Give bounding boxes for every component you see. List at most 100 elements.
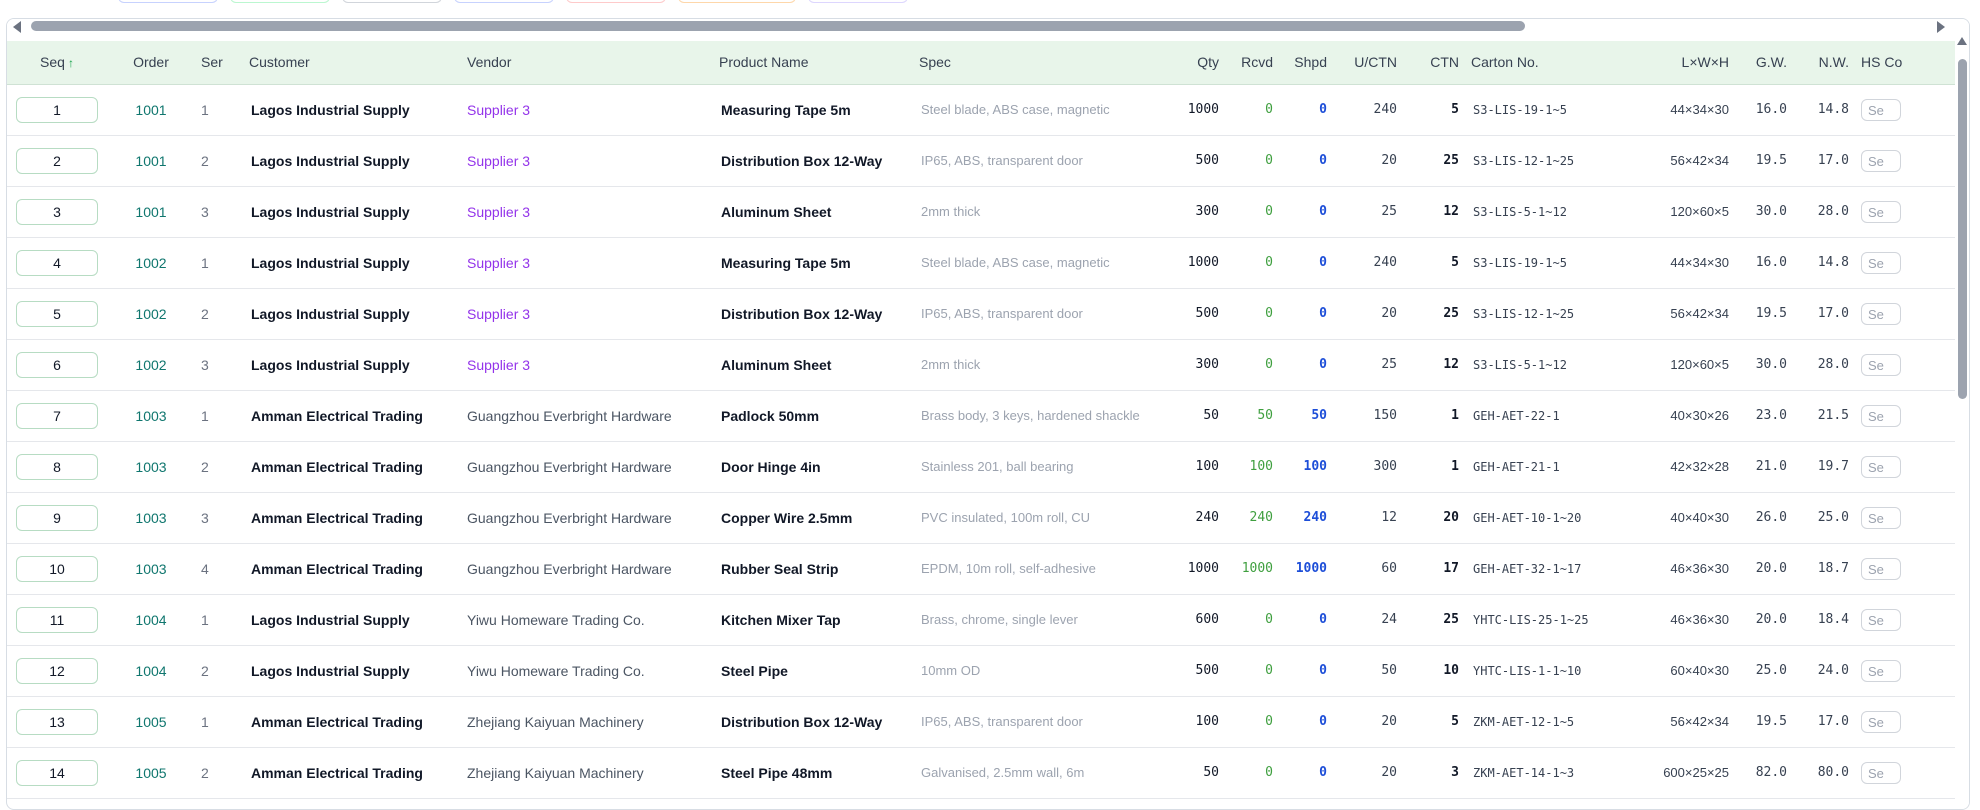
filter-chip[interactable]: [342, 0, 442, 3]
seq-input[interactable]: 6: [16, 351, 98, 378]
vertical-scrollbar[interactable]: [1955, 33, 1969, 809]
column-header-ctn[interactable]: CTN: [1403, 41, 1465, 85]
order-link[interactable]: 1001: [107, 84, 195, 135]
filter-chip[interactable]: [230, 0, 330, 3]
seq-input[interactable]: 3: [16, 198, 98, 225]
filter-chip[interactable]: [118, 0, 218, 3]
hs-code-cell: Se: [1855, 288, 1955, 339]
hs-code-cell: Se: [1855, 696, 1955, 747]
column-header-order[interactable]: Order: [107, 41, 195, 85]
hs-code-select-button[interactable]: Se: [1861, 149, 1901, 172]
column-header-ser[interactable]: Ser: [195, 41, 243, 85]
seq-input[interactable]: 8: [16, 453, 98, 480]
table-row[interactable]: 10 1003 4 Amman Electrical Trading Guangzhou…: [7, 543, 1955, 594]
column-header-hs-code[interactable]: HS Co: [1855, 41, 1955, 85]
vertical-scroll-thumb[interactable]: [1958, 59, 1967, 399]
scroll-up-icon[interactable]: [1957, 37, 1967, 45]
column-header-vendor[interactable]: Vendor: [461, 41, 713, 85]
column-header-carton-no[interactable]: Carton No.: [1465, 41, 1625, 85]
hs-code-cell: Se: [1855, 339, 1955, 390]
seq-input[interactable]: 12: [16, 657, 98, 684]
hs-code-select-button[interactable]: Se: [1861, 761, 1901, 784]
table-row[interactable]: 14 1005 2 Amman Electrical Trading Zhejiang …: [7, 747, 1955, 798]
table-row[interactable]: 9 1003 3 Amman Electrical Trading Guangzhou …: [7, 492, 1955, 543]
gross-weight-cell: 30.0: [1755, 357, 1787, 372]
hs-code-select-button[interactable]: Se: [1861, 302, 1901, 325]
order-link[interactable]: 1003: [107, 441, 195, 492]
column-header-net-weight[interactable]: N.W.: [1793, 41, 1855, 85]
horizontal-scrollbar[interactable]: [7, 19, 1969, 33]
hs-code-select-button[interactable]: Se: [1861, 200, 1901, 223]
hs-code-select-button[interactable]: Se: [1861, 557, 1901, 580]
order-link[interactable]: 1005: [107, 747, 195, 798]
order-link[interactable]: 1003: [107, 543, 195, 594]
filter-chip[interactable]: [454, 0, 554, 3]
qty-cell: 500: [1195, 306, 1219, 321]
hs-code-select-button[interactable]: Se: [1861, 608, 1901, 631]
table-row[interactable]: 2 1001 2 Lagos Industrial Supply Supplier 3 D…: [7, 135, 1955, 186]
column-header-product[interactable]: Product Name: [713, 41, 913, 85]
order-link[interactable]: 1004: [107, 594, 195, 645]
order-link[interactable]: 1001: [107, 135, 195, 186]
seq-input[interactable]: 14: [16, 759, 98, 786]
seq-input[interactable]: 4: [16, 249, 98, 276]
scroll-right-icon[interactable]: [1937, 21, 1945, 33]
order-link[interactable]: 1003: [107, 492, 195, 543]
seq-input[interactable]: 13: [16, 708, 98, 735]
column-header-gross-weight[interactable]: G.W.: [1735, 41, 1793, 85]
table-row[interactable]: 3 1001 3 Lagos Industrial Supply Supplier 3 A…: [7, 186, 1955, 237]
table-row[interactable]: 8 1003 2 Amman Electrical Trading Guangzhou …: [7, 441, 1955, 492]
filter-chip[interactable]: [808, 0, 908, 3]
order-link[interactable]: 1002: [107, 288, 195, 339]
column-header-u-ctn[interactable]: U/CTN: [1333, 41, 1403, 85]
filter-chip[interactable]: [566, 0, 666, 3]
table-row[interactable]: 6 1002 3 Lagos Industrial Supply Supplier 3 A…: [7, 339, 1955, 390]
table-row[interactable]: 4 1002 1 Lagos Industrial Supply Supplier 3 M…: [7, 237, 1955, 288]
hs-code-select-button[interactable]: Se: [1861, 455, 1901, 478]
carton-count-cell: 25: [1443, 306, 1459, 321]
column-header-spec[interactable]: Spec: [913, 41, 1175, 85]
qty-cell: 1000: [1187, 255, 1219, 270]
hs-code-select-button[interactable]: Se: [1861, 506, 1901, 529]
table-row[interactable]: 13 1005 1 Amman Electrical Trading Zhejiang …: [7, 696, 1955, 747]
order-link[interactable]: 1003: [107, 390, 195, 441]
seq-cell: 6: [7, 339, 107, 390]
hs-code-select-button[interactable]: Se: [1861, 710, 1901, 733]
table-row[interactable]: 1 1001 1 Lagos Industrial Supply Supplier 3 M…: [7, 84, 1955, 135]
scroll-left-icon[interactable]: [13, 21, 21, 33]
order-link[interactable]: 1001: [107, 186, 195, 237]
horizontal-scroll-thumb[interactable]: [31, 21, 1525, 31]
column-header-customer[interactable]: Customer: [243, 41, 461, 85]
column-header-rcvd[interactable]: Rcvd: [1225, 41, 1279, 85]
table-row[interactable]: 11 1004 1 Lagos Industrial Supply Yiwu Homew…: [7, 594, 1955, 645]
order-link[interactable]: 1005: [107, 696, 195, 747]
customer-cell: Lagos Industrial Supply: [251, 101, 410, 118]
column-header-seq[interactable]: Seq ↑: [7, 41, 107, 85]
order-link[interactable]: 1002: [107, 339, 195, 390]
order-link[interactable]: 1002: [107, 237, 195, 288]
seq-input[interactable]: 11: [16, 606, 98, 633]
hs-code-select-button[interactable]: Se: [1861, 251, 1901, 274]
hs-code-select-button[interactable]: Se: [1861, 98, 1901, 121]
table-row[interactable]: 12 1004 2 Lagos Industrial Supply Yiwu Homew…: [7, 645, 1955, 696]
filter-chip[interactable]: [678, 0, 796, 3]
hs-code-select-button[interactable]: Se: [1861, 353, 1901, 376]
seq-input[interactable]: 9: [16, 504, 98, 531]
column-header-shpd[interactable]: Shpd: [1279, 41, 1333, 85]
column-header-qty[interactable]: Qty: [1175, 41, 1225, 85]
hs-code-select-button[interactable]: Se: [1861, 404, 1901, 427]
column-header-dimensions[interactable]: L×W×H: [1625, 41, 1735, 85]
table-row[interactable]: 5 1002 2 Lagos Industrial Supply Supplier 3 D…: [7, 288, 1955, 339]
seq-cell: 4: [7, 237, 107, 288]
product-name-cell: Measuring Tape 5m: [721, 254, 851, 271]
seq-input[interactable]: 7: [16, 402, 98, 429]
seq-input[interactable]: 1: [16, 96, 98, 123]
order-link[interactable]: 1004: [107, 645, 195, 696]
hs-code-select-button[interactable]: Se: [1861, 659, 1901, 682]
table-row[interactable]: 7 1003 1 Amman Electrical Trading Guangzhou …: [7, 390, 1955, 441]
seq-input[interactable]: 2: [16, 147, 98, 174]
seq-input[interactable]: 5: [16, 300, 98, 327]
sort-ascending-icon[interactable]: ↑: [68, 56, 74, 70]
seq-input[interactable]: 10: [16, 555, 98, 582]
product-name-cell: Aluminum Sheet: [721, 203, 832, 220]
